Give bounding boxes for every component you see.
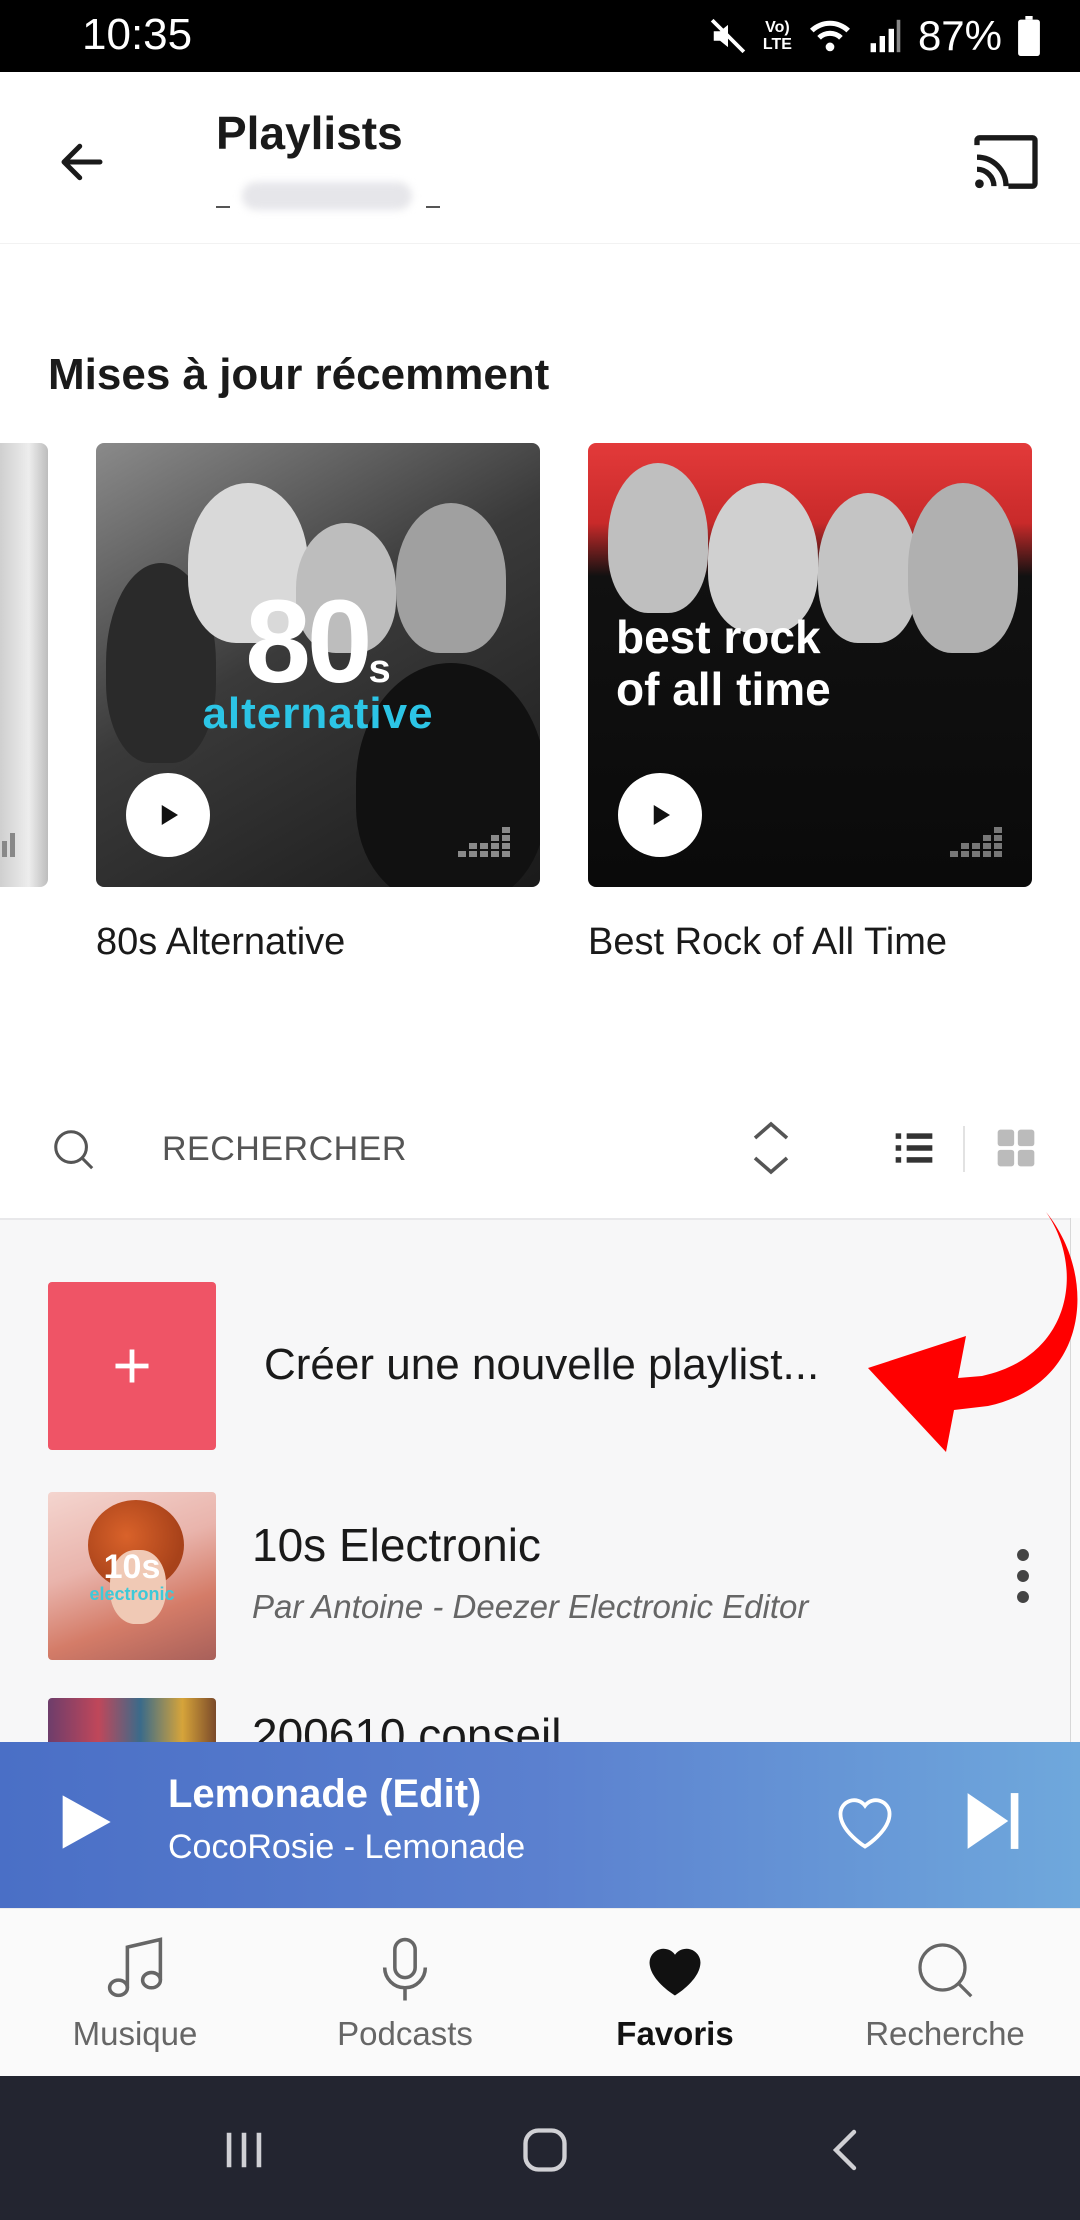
nav-favoris[interactable]: Favoris	[540, 1909, 810, 2077]
equalizer-icon	[2, 833, 15, 857]
list-view-button[interactable]	[892, 1126, 936, 1170]
playlist-thumbnail	[48, 1698, 216, 1742]
divider	[216, 206, 230, 208]
mini-player[interactable]: Lemonade (Edit) CocoRosie - Lemonade	[0, 1742, 1080, 1908]
music-note-icon	[100, 1935, 170, 2005]
mute-icon	[709, 17, 747, 55]
play-button[interactable]	[126, 773, 210, 857]
playlist-card-partial[interactable]	[0, 443, 48, 887]
player-play-button[interactable]	[52, 1790, 122, 1860]
arrow-left-icon	[61, 143, 103, 181]
play-icon	[62, 1795, 111, 1849]
nav-label: Recherche	[865, 2015, 1025, 2052]
skip-next-icon	[967, 1793, 1019, 1849]
create-playlist-tile[interactable]	[48, 1282, 216, 1450]
search-icon	[910, 1935, 980, 2005]
search-icon[interactable]	[50, 1126, 96, 1172]
nav-label: Favoris	[616, 2015, 734, 2052]
player-track-title: Lemonade (Edit)	[168, 1772, 482, 1816]
nav-recherche[interactable]: Recherche	[810, 1909, 1080, 2077]
nav-musique[interactable]: Musique	[0, 1909, 270, 2077]
create-playlist-label: Créer une nouvelle playlist...	[264, 1340, 820, 1389]
cover-text: best rock of all time	[616, 611, 831, 715]
heart-outline-icon	[838, 1798, 892, 1849]
nav-label: Podcasts	[337, 2015, 473, 2052]
recent-apps-icon	[226, 2132, 262, 2168]
playlist-title: 200610 conseil	[252, 1709, 562, 1742]
bottom-navigation: Musique Podcasts Favoris Recherche	[0, 1908, 1080, 2076]
battery-percent: 87%	[917, 12, 1002, 59]
blurred-username	[216, 174, 440, 214]
list-item[interactable]: 200610 conseil	[0, 1698, 1060, 1742]
playlist-card-80s-alternative[interactable]: 80s alternative 80s Alternative	[96, 443, 540, 964]
cover-image: 80s alternative	[96, 443, 540, 887]
play-button[interactable]	[618, 773, 702, 857]
divider	[963, 1126, 965, 1172]
cover-figure	[908, 483, 1018, 653]
search-input[interactable]	[162, 1124, 662, 1174]
grid-icon	[997, 1129, 1035, 1167]
system-navigation-bar	[0, 2076, 1080, 2220]
favorite-button[interactable]	[832, 1792, 902, 1856]
battery-icon	[1018, 16, 1040, 56]
heart-icon	[640, 1935, 710, 2005]
signal-icon	[868, 18, 902, 54]
more-vertical-icon	[1017, 1549, 1029, 1603]
grid-view-button[interactable]	[994, 1126, 1038, 1170]
search-toolbar	[0, 1108, 1080, 1218]
play-icon	[653, 805, 670, 825]
cast-button[interactable]	[966, 122, 1046, 202]
cover-figure	[818, 493, 918, 643]
card-label: Best Rock of All Time	[588, 921, 948, 963]
nav-label: Musique	[72, 2015, 198, 2052]
more-options-button[interactable]	[996, 1542, 1050, 1610]
playlist-subtitle: Par Antoine - Deezer Electronic Editor	[252, 1588, 809, 1625]
cover-text: 80s alternative	[202, 576, 434, 738]
back-button[interactable]	[44, 124, 120, 200]
plus-icon	[115, 1349, 149, 1383]
status-bar: 10:35 Vo) LTE 87%	[0, 0, 1080, 72]
blurred-text	[242, 182, 412, 210]
cover-figure	[608, 463, 708, 613]
sort-button[interactable]	[746, 1120, 796, 1176]
volte-icon: Vo) LTE	[762, 19, 792, 53]
playlist-card-best-rock[interactable]: best rock of all time Best Rock of All T…	[588, 443, 1032, 964]
sort-chevrons-icon	[753, 1121, 789, 1175]
divider	[426, 206, 440, 208]
section-title: Mises à jour récemment	[48, 350, 550, 399]
home-button[interactable]	[509, 2114, 581, 2186]
equalizer-icon	[458, 827, 510, 857]
annotation-arrow-icon	[868, 1212, 1078, 1452]
app-header: Playlists	[0, 72, 1080, 244]
player-artist-album: CocoRosie - Lemonade	[168, 1828, 526, 1866]
list-icon	[895, 1133, 933, 1163]
page-title: Playlists	[216, 107, 403, 159]
nav-podcasts[interactable]: Podcasts	[270, 1909, 540, 2077]
status-time: 10:35	[82, 10, 193, 59]
list-item[interactable]: 10s electronic 10s Electronic Par Antoin…	[0, 1492, 1060, 1660]
cover-image: best rock of all time	[588, 443, 1032, 887]
playlist-thumbnail: 10s electronic	[48, 1492, 216, 1660]
equalizer-icon	[950, 827, 1002, 857]
play-icon	[161, 805, 178, 825]
microphone-icon	[370, 1935, 440, 2005]
home-icon	[523, 2128, 567, 2172]
chevron-left-icon	[832, 2129, 857, 2171]
system-back-button[interactable]	[810, 2114, 882, 2186]
wifi-icon	[808, 16, 852, 56]
recent-apps-button[interactable]	[208, 2114, 280, 2186]
cast-icon	[974, 135, 1038, 189]
status-icons: Vo) LTE 87%	[709, 8, 1040, 64]
card-label: 80s Alternative	[96, 921, 346, 963]
playlist-title: 10s Electronic	[252, 1519, 541, 1571]
skip-next-button[interactable]	[962, 1788, 1024, 1860]
